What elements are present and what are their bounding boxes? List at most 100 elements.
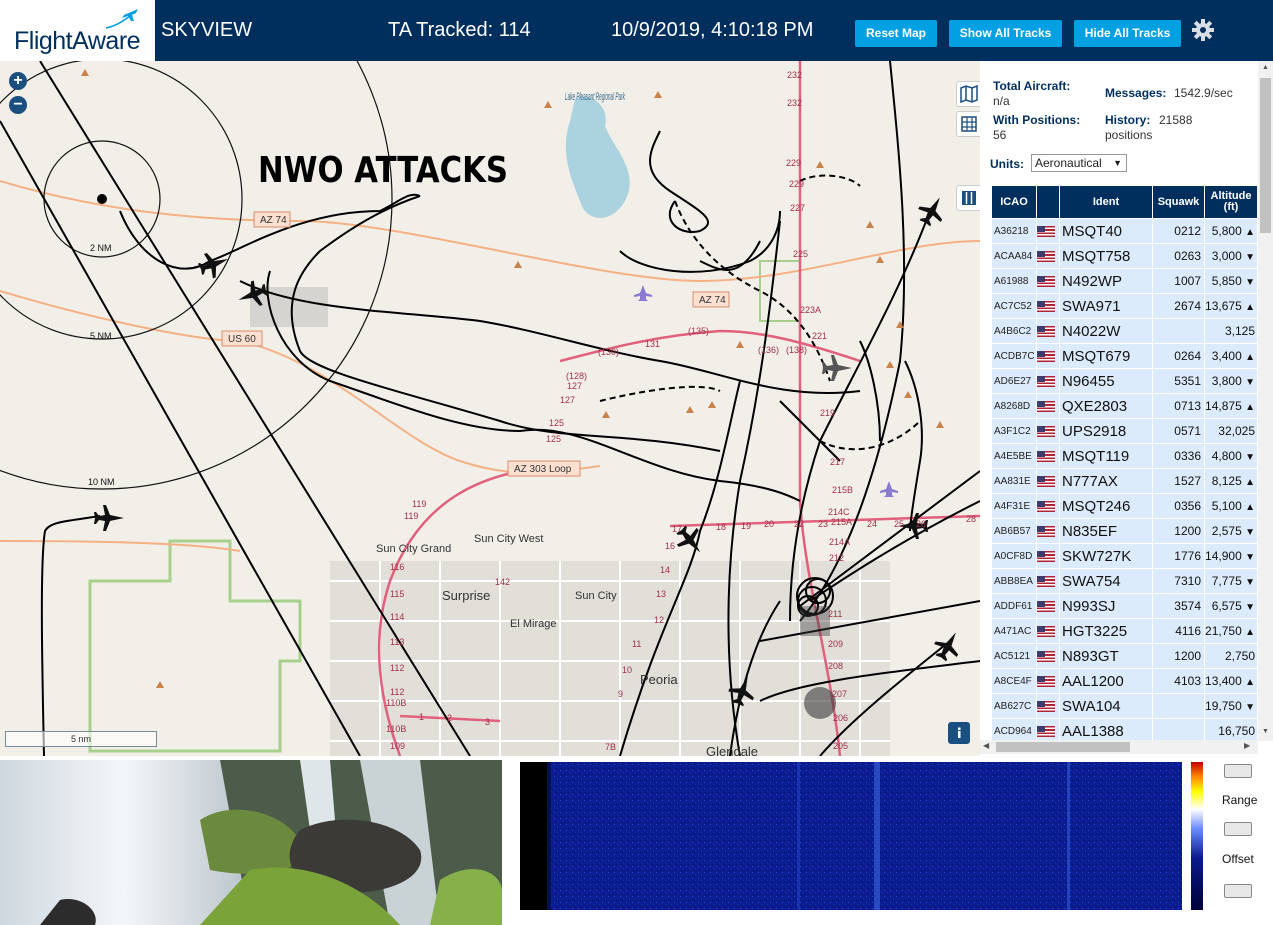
table-row[interactable]: AA831E N777AX 1527 8,125 ▲ — [992, 469, 1257, 493]
zoom-in-button[interactable]: + — [9, 72, 27, 90]
svg-text:110B: 110B — [386, 698, 406, 708]
messages-value: 1542.9/sec — [1174, 86, 1233, 100]
columns-icon — [962, 191, 976, 205]
spectrogram-display[interactable] — [547, 762, 1182, 910]
scrollbar-thumb[interactable] — [996, 742, 1130, 752]
col-squawk[interactable]: Squawk — [1153, 186, 1204, 218]
squawk-cell: 0713 — [1153, 394, 1204, 418]
table-row[interactable]: AC5121 N893GT 1200 2,750 — [992, 644, 1257, 668]
altitude-value: 32,025 — [1218, 424, 1255, 438]
offset-slider-handle[interactable] — [1224, 884, 1252, 898]
icao-cell: AD6E27 — [992, 369, 1036, 393]
us-flag-icon — [1037, 501, 1055, 513]
scroll-left-arrow-icon[interactable]: ◀ — [983, 741, 989, 750]
hide-all-tracks-button[interactable]: Hide All Tracks — [1074, 20, 1181, 47]
zoom-out-button[interactable]: − — [9, 96, 27, 114]
offset-slider-handle-top[interactable] — [1224, 822, 1252, 836]
units-select[interactable]: Aeronautical ▼ — [1031, 154, 1127, 172]
show-all-tracks-button[interactable]: Show All Tracks — [949, 20, 1062, 47]
table-row[interactable]: A4E5BE MSQT119 0336 4,800 ▼ — [992, 444, 1257, 468]
squawk-cell: 0571 — [1153, 419, 1204, 443]
table-row[interactable]: AB627C SWA104 19,750 ▼ — [992, 694, 1257, 718]
table-row[interactable]: A0CF8D SKW727K 1776 14,900 ▼ — [992, 544, 1257, 568]
flag-cell — [1037, 244, 1059, 268]
info-icon — [958, 727, 961, 738]
svg-text:Sun City Grand: Sun City Grand — [376, 543, 451, 555]
park-area — [759, 260, 801, 322]
table-row[interactable]: A4B6C2 N4022W 3,125 — [992, 319, 1257, 343]
flightaware-logo[interactable]: FlightAware — [0, 0, 155, 61]
squawk-cell: 4103 — [1153, 669, 1204, 693]
svg-text:(130): (130) — [598, 347, 619, 357]
altitude-value: 21,750 — [1205, 624, 1242, 638]
squawk-cell: 1200 — [1153, 644, 1204, 668]
aircraft-table: ICAO Ident Squawk Altitude (ft) A36218 MS… — [991, 185, 1258, 744]
lake-shape — [565, 96, 630, 218]
table-row[interactable]: AB6B57 N835EF 1200 2,575 ▼ — [992, 519, 1257, 543]
range-label: Range — [1222, 793, 1258, 807]
table-row[interactable]: AC7C52 SWA971 2674 13,675 ▲ — [992, 294, 1257, 318]
table-row[interactable]: ACDB7C MSQT679 0264 3,400 ▲ — [992, 344, 1257, 368]
scroll-right-arrow-icon[interactable]: ▶ — [1244, 741, 1250, 750]
with-positions-value: 56 — [993, 128, 1007, 142]
icao-cell: ACAA84 — [992, 244, 1036, 268]
svg-text:211: 211 — [828, 609, 842, 619]
altitude-value: 2,750 — [1224, 649, 1255, 663]
svg-text:125: 125 — [546, 434, 561, 444]
flag-cell — [1037, 369, 1059, 393]
table-row[interactable]: A471AC HGT3225 4116 21,750 ▲ — [992, 619, 1257, 643]
table-row[interactable]: A3F1C2 UPS2918 0571 32,025 — [992, 419, 1257, 443]
col-flag[interactable] — [1037, 186, 1059, 218]
reset-map-button[interactable]: Reset Map — [855, 20, 937, 47]
icao-cell: A8268D — [992, 394, 1036, 418]
svg-text:Lake Pleasant Regional Park: Lake Pleasant Regional Park — [565, 91, 625, 103]
flag-cell — [1037, 394, 1059, 418]
icao-cell: AC5121 — [992, 644, 1036, 668]
chevron-down-icon: ▼ — [1113, 158, 1122, 168]
receiver-site — [97, 194, 107, 204]
altitude-value: 5,800 — [1211, 224, 1242, 238]
info-button[interactable] — [948, 722, 970, 744]
table-row[interactable]: A4F31E MSQT246 0356 5,100 ▲ — [992, 494, 1257, 518]
svg-text:225: 225 — [793, 249, 808, 259]
map-view[interactable]: 2 NM 5 NM 10 NM NWO ATTACKS AZ 74 AZ 74 … — [0, 61, 980, 756]
table-row[interactable]: ADDF61 N993SJ 3574 6,575 ▼ — [992, 594, 1257, 618]
columns-button[interactable] — [956, 185, 980, 211]
table-row[interactable]: ABB8EA SWA754 7310 7,775 ▼ — [992, 569, 1257, 593]
table-row[interactable]: A8268D QXE2803 0713 14,875 ▲ — [992, 394, 1257, 418]
table-row[interactable]: A61988 N492WP 1007 5,850 ▼ — [992, 269, 1257, 293]
table-row[interactable]: A8CE4F AAL1200 4103 13,400 ▲ — [992, 669, 1257, 693]
col-ident[interactable]: Ident — [1060, 186, 1152, 218]
map-layers-button[interactable] — [956, 81, 980, 107]
altitude-cell: 21,750 ▲ — [1205, 619, 1257, 643]
col-icao[interactable]: ICAO — [992, 186, 1036, 218]
icao-cell: AC7C52 — [992, 294, 1036, 318]
scrollbar-thumb[interactable] — [1260, 78, 1271, 233]
svg-text:109: 109 — [390, 741, 405, 751]
col-altitude[interactable]: Altitude (ft) — [1205, 186, 1257, 218]
photo-canvas — [0, 760, 502, 925]
ident-cell: MSQT40 — [1060, 219, 1152, 243]
svg-text:127: 127 — [560, 395, 575, 405]
units-value: Aeronautical — [1035, 156, 1102, 170]
ring-label: 2 NM — [90, 243, 112, 253]
table-row[interactable]: AD6E27 N96455 5351 3,800 ▼ — [992, 369, 1257, 393]
scroll-down-arrow-icon[interactable]: ▼ — [1262, 728, 1269, 735]
scroll-up-arrow-icon[interactable]: ▲ — [1262, 64, 1269, 71]
altitude-cell: 13,675 ▲ — [1205, 294, 1257, 318]
table-row[interactable]: ACAA84 MSQT758 0263 3,000 ▼ — [992, 244, 1257, 268]
flag-cell — [1037, 269, 1059, 293]
svg-text:22: 22 — [794, 519, 804, 529]
us-flag-icon — [1037, 726, 1055, 738]
top-bar: FlightAware SKYVIEW TA Tracked: 114 10/9… — [0, 0, 1273, 61]
altitude-trend-icon: ▲ — [1245, 402, 1255, 413]
squawk-cell: 0356 — [1153, 494, 1204, 518]
grid-button[interactable] — [956, 111, 980, 137]
range-slider-handle[interactable] — [1224, 764, 1252, 778]
flag-cell — [1037, 519, 1059, 543]
gear-icon[interactable] — [1191, 18, 1215, 42]
park-area — [88, 539, 302, 753]
flag-cell — [1037, 294, 1059, 318]
table-row[interactable]: A36218 MSQT40 0212 5,800 ▲ — [992, 219, 1257, 243]
color-scale — [1191, 762, 1203, 910]
